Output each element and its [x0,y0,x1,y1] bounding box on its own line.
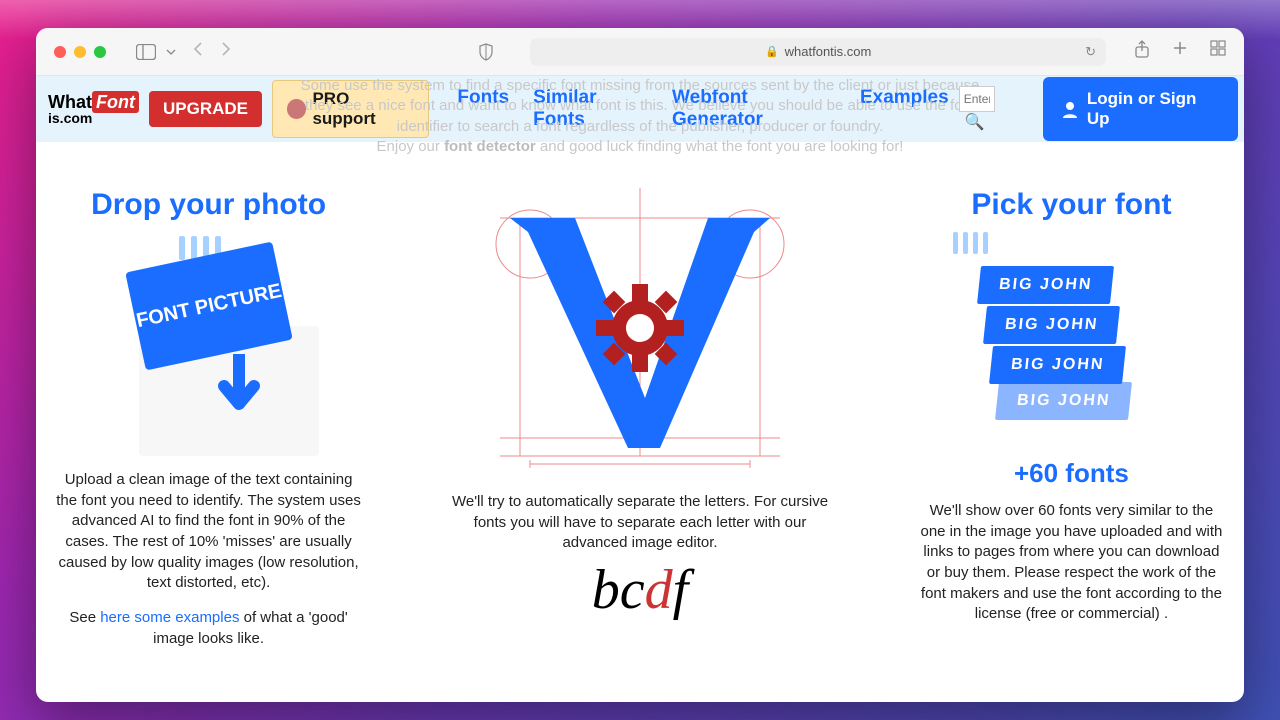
v-graphic [470,188,810,478]
font-stack-graphic: BIG JOHN BIG JOHN BIG JOHN BIG JOHN [971,246,1171,446]
url-bar[interactable]: 🔒 whatfontis.com ↻ [530,38,1106,66]
close-icon[interactable] [54,46,66,58]
back-icon[interactable] [192,41,204,62]
col3-text: We'll show over 60 fonts very similar to… [911,501,1232,625]
col-pick-font: Pick your font BIG JOHN BIG JOHN BIG JOH… [911,188,1232,650]
col3-sub: +60 fonts [911,458,1232,489]
page-content: Some use the system to find a specific f… [36,76,1244,702]
url-text: whatfontis.com [785,44,872,59]
new-tab-icon[interactable] [1172,40,1188,63]
shield-icon[interactable] [478,43,494,61]
sidebar-icon[interactable] [136,44,156,60]
traffic-lights [54,46,106,58]
search: 🔍 [959,86,1024,132]
col1-text2: See here some examples of what a 'good' … [48,608,369,649]
col2-text: We'll try to automatically separate the … [399,492,881,554]
drop-graphic: FONT PICTURE [79,246,339,446]
forward-icon[interactable] [220,41,232,62]
col-drop-photo: Drop your photo FONT PICTURE Upload a cl… [48,188,369,650]
arrow-down-icon [214,354,264,424]
lock-icon: 🔒 [765,45,779,58]
maximize-icon[interactable] [94,46,106,58]
search-input[interactable] [959,86,995,112]
browser-window: 🔒 whatfontis.com ↻ Some use the system t… [36,28,1244,702]
col1-title: Drop your photo [48,188,369,222]
col3-title: Pick your font [911,188,1232,222]
share-icon[interactable] [1134,40,1150,63]
examples-link[interactable]: here some examples [100,609,239,626]
chevron-down-icon[interactable] [166,48,176,56]
minimize-icon[interactable] [74,46,86,58]
titlebar: 🔒 whatfontis.com ↻ [36,28,1244,76]
col-center: We'll try to automatically separate the … [399,188,881,650]
reload-icon[interactable]: ↻ [1085,44,1096,60]
col1-text: Upload a clean image of the text contain… [48,470,369,594]
search-icon[interactable]: 🔍 [965,114,985,131]
tabs-icon[interactable] [1210,40,1226,63]
script-sample: bcdf [399,558,881,622]
